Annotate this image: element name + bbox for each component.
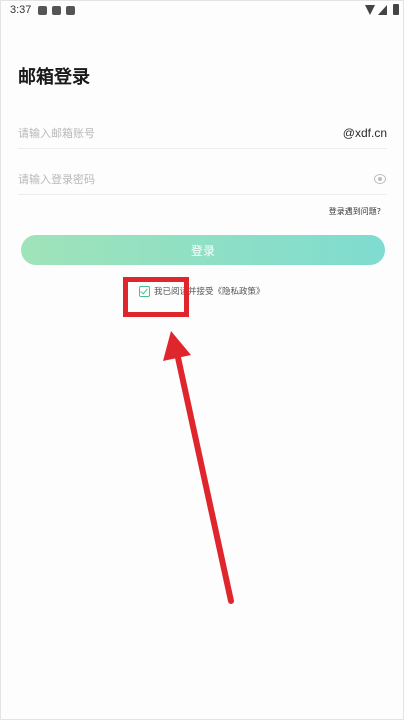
email-input[interactable] bbox=[18, 122, 318, 144]
status-time: 3:37 bbox=[10, 4, 32, 16]
status-bar: 3:37 bbox=[1, 1, 404, 21]
mail-notification-icon bbox=[66, 6, 75, 15]
email-domain-suffix: @xdf.cn bbox=[342, 126, 387, 140]
page-title: 邮箱登录 bbox=[18, 67, 90, 88]
annotation-arrow bbox=[163, 331, 234, 604]
battery-icon bbox=[393, 4, 399, 15]
privacy-policy-link[interactable]: 《隐私政策》 bbox=[214, 285, 265, 297]
password-field-row bbox=[18, 164, 387, 195]
email-field-row: @xdf.cn bbox=[18, 118, 387, 149]
annotation-highlight-box bbox=[123, 277, 189, 317]
wifi-icon bbox=[365, 5, 375, 15]
login-help-link[interactable]: 登录遇到问题? bbox=[329, 206, 381, 217]
eye-icon[interactable] bbox=[374, 174, 386, 184]
signal-icon bbox=[378, 5, 387, 15]
gallery-notification-icon bbox=[38, 6, 47, 15]
login-button[interactable]: 登录 bbox=[21, 235, 385, 265]
app-notification-icon bbox=[52, 6, 61, 15]
password-input[interactable] bbox=[18, 168, 318, 190]
login-screen: 3:37 邮箱登录 @xdf.cn 登录遇到问题? 登录 我已阅读并接受 《隐私… bbox=[0, 0, 404, 720]
